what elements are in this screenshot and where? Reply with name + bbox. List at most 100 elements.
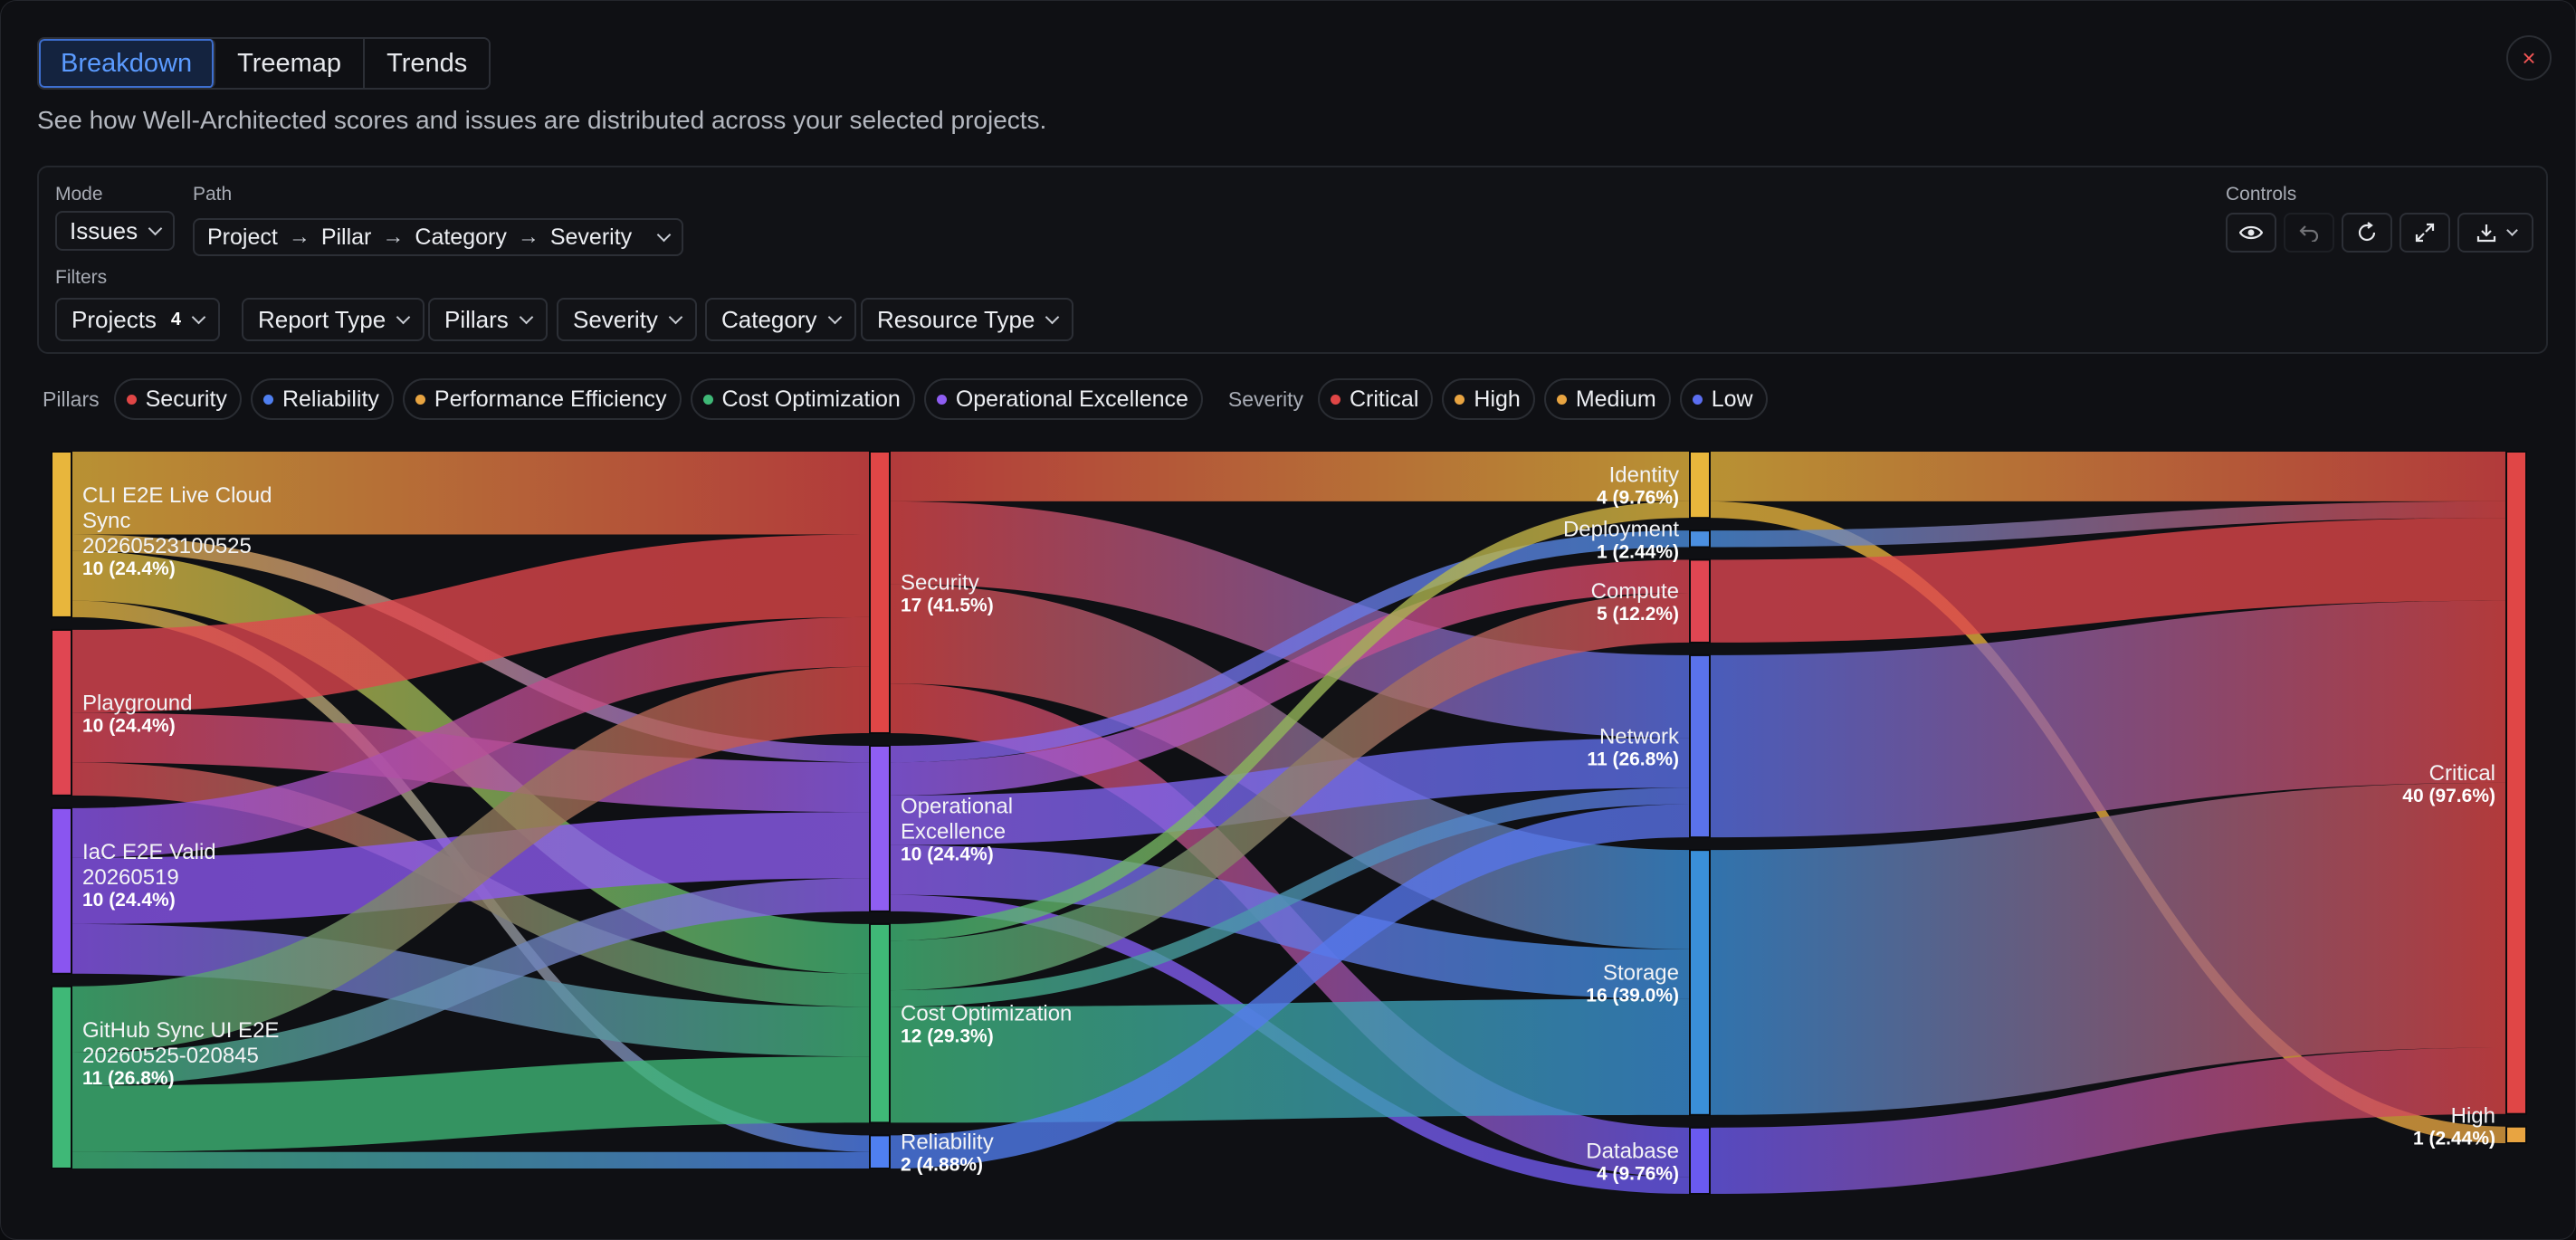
sankey-node-label: 20260525-020845 — [82, 1044, 259, 1068]
control-panel: Mode Issues Path Project → Pillar → Cate… — [37, 166, 2548, 354]
sankey-node-label: Database — [1586, 1139, 1679, 1163]
sankey-node-value: 17 (41.5%) — [901, 595, 994, 615]
resource-type-filter[interactable]: Resource Type — [861, 298, 1074, 341]
legend-chip-label: Reliability — [281, 386, 379, 412]
sankey-node-label: Deployment — [1563, 517, 1679, 541]
mode-value: Issues — [70, 216, 138, 244]
arrow-right-icon: → — [288, 224, 310, 249]
filters-label: Filters — [55, 267, 108, 288]
sankey-node-sec[interactable] — [869, 451, 891, 734]
sankey-node-label: IaC E2E Valid — [82, 840, 216, 864]
close-button[interactable]: × — [2506, 35, 2552, 81]
legend-chip-performance-efficiency[interactable]: Performance Efficiency — [402, 378, 682, 420]
legend-chip-critical[interactable]: Critical — [1318, 378, 1434, 420]
tab-treemap[interactable]: Treemap — [215, 39, 366, 88]
sankey-link[interactable] — [890, 452, 1690, 501]
sankey-node-label: High — [2451, 1104, 2495, 1129]
legend-dot — [126, 394, 137, 405]
sankey-chart: CLI E2E Live Cloud Sync 20260523100525 10 (… — [1, 435, 2575, 1239]
sankey-link[interactable] — [72, 1151, 870, 1168]
legend-dot — [1455, 394, 1465, 405]
report-type-filter[interactable]: Report Type — [242, 298, 425, 341]
legend-chip-reliability[interactable]: Reliability — [250, 378, 394, 420]
expand-icon — [2415, 223, 2435, 243]
resource-type-filter-label: Resource Type — [877, 305, 1035, 333]
chevron-down-icon — [519, 310, 534, 324]
undo-icon — [2299, 225, 2319, 242]
sankey-node-value: 16 (39.0%) — [1586, 985, 1679, 1006]
sankey-node-high[interactable] — [2505, 1125, 2527, 1145]
arrow-right-icon: → — [382, 224, 405, 249]
legend-chip-label: Security — [145, 386, 227, 412]
legend-chip-security[interactable]: Security — [113, 378, 242, 420]
sankey-node-value: 10 (24.4%) — [82, 715, 176, 736]
sankey-node-label: GitHub Sync UI E2E — [82, 1018, 279, 1043]
download-menu-button[interactable] — [2457, 213, 2533, 253]
sankey-node-compute[interactable] — [1689, 558, 1711, 644]
legend-chip-high[interactable]: High — [1442, 378, 1535, 420]
sankey-node-value: 11 (26.8%) — [1587, 749, 1679, 770]
sankey-node-label: Network — [1599, 725, 1680, 749]
sankey-node-value: 11 (26.8%) — [82, 1068, 175, 1089]
sankey-node-crit[interactable] — [2505, 451, 2527, 1115]
toggle-visibility-button[interactable] — [2226, 213, 2276, 253]
sankey-node-label: Sync — [82, 509, 130, 533]
sankey-node-db[interactable] — [1689, 1126, 1711, 1196]
sankey-node-value: 10 (24.4%) — [82, 558, 176, 579]
legend-dot — [1692, 394, 1703, 405]
tab-breakdown[interactable]: Breakdown — [39, 39, 216, 88]
legend-dot — [702, 394, 713, 405]
sankey-node-value: 5 (12.2%) — [1597, 604, 1679, 625]
sankey-link[interactable] — [1710, 452, 2506, 501]
path-step: Project — [207, 224, 278, 250]
sankey-node-stor[interactable] — [1689, 849, 1711, 1116]
sankey-node-label: Storage — [1603, 960, 1679, 985]
legend-dot — [415, 394, 425, 405]
sankey-node-deploy[interactable] — [1689, 529, 1711, 548]
legend-severity-title: Severity — [1227, 386, 1303, 411]
mode-select[interactable]: Issues — [55, 211, 176, 251]
path-step: Pillar — [320, 224, 372, 250]
sankey-node-value: 12 (29.3%) — [901, 1026, 994, 1047]
page-subtitle: See how Well-Architected scores and issu… — [37, 106, 1047, 134]
legend-chip-operational-excellence[interactable]: Operational Excellence — [923, 378, 1203, 420]
view-tabs: Breakdown Treemap Trends — [37, 37, 491, 90]
legend-chip-label: Operational Excellence — [955, 386, 1188, 412]
legend-chip-medium[interactable]: Medium — [1543, 378, 1671, 420]
sankey-node-value: 10 (24.4%) — [901, 844, 994, 864]
sankey-node-play[interactable] — [51, 628, 72, 796]
path-select[interactable]: Project → Pillar → Category → Severity — [193, 218, 684, 256]
undo-button[interactable] — [2284, 213, 2334, 253]
reset-button[interactable] — [2342, 213, 2392, 253]
sankey-node-ident[interactable] — [1689, 451, 1711, 520]
sankey-node-net[interactable] — [1689, 653, 1711, 839]
sankey-node-label: Cost Optimization — [901, 1002, 1072, 1026]
sankey-node-label: Excellence — [901, 819, 1006, 844]
legend-chip-label: Low — [1711, 386, 1753, 412]
sankey-node-iac[interactable] — [51, 806, 72, 975]
legend-dot — [262, 394, 273, 405]
legend-chip-cost-optimization[interactable]: Cost Optimization — [690, 378, 915, 420]
category-filter[interactable]: Category — [705, 298, 856, 341]
sankey-node-cost[interactable] — [869, 922, 891, 1124]
sankey-node-label: Playground — [82, 691, 192, 715]
severity-filter-label: Severity — [573, 305, 658, 333]
projects-filter-label: Projects — [72, 305, 157, 333]
arrow-right-icon: → — [517, 224, 539, 249]
projects-filter[interactable]: Projects 4 — [55, 298, 221, 341]
chevron-down-icon — [191, 310, 206, 324]
sankey-node-value: 4 (9.76%) — [1597, 1163, 1679, 1184]
pillars-filter[interactable]: Pillars — [428, 298, 548, 341]
fullscreen-button[interactable] — [2399, 213, 2450, 253]
tab-trends[interactable]: Trends — [365, 39, 490, 88]
severity-filter[interactable]: Severity — [557, 298, 697, 341]
sankey-node-label: 20260519 — [82, 865, 179, 890]
chevron-down-icon — [1045, 310, 1060, 324]
sankey-node-gh[interactable] — [51, 985, 72, 1170]
path-label: Path — [193, 184, 233, 205]
legend-chip-low[interactable]: Low — [1679, 378, 1768, 420]
sankey-node-label: Identity — [1609, 463, 1679, 488]
sankey-node-ops[interactable] — [869, 744, 891, 912]
sankey-node-cli[interactable] — [51, 451, 72, 618]
sankey-node-rel[interactable] — [869, 1134, 891, 1169]
